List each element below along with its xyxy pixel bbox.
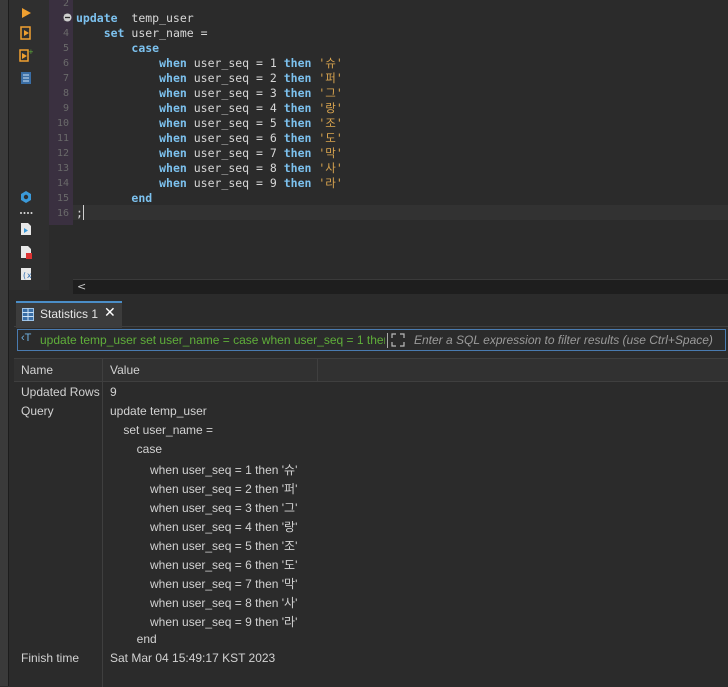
scroll-left-arrow-icon[interactable]: < bbox=[77, 280, 86, 294]
filter-separator bbox=[387, 333, 388, 348]
row-value-updated-rows: 9 bbox=[110, 385, 117, 399]
line-number: 9 bbox=[62, 103, 69, 114]
line-number: 12 bbox=[56, 148, 69, 159]
query-line: when user_seq = 5 then '조' bbox=[110, 539, 298, 553]
execute-script-icon[interactable] bbox=[19, 26, 33, 40]
editor-horizontal-scrollbar[interactable]: < bbox=[73, 279, 728, 294]
query-line: case bbox=[110, 442, 163, 456]
editor-toolbar: + (x) bbox=[9, 0, 49, 290]
line-number: 7 bbox=[62, 73, 69, 84]
query-line: end bbox=[110, 632, 157, 646]
dots-icon bbox=[19, 206, 33, 220]
execute-new-tab-icon[interactable]: + bbox=[19, 48, 33, 62]
code-line[interactable]: ; bbox=[76, 206, 83, 221]
line-number: 15 bbox=[56, 193, 69, 204]
row-name-query: Query bbox=[21, 404, 54, 418]
code-line[interactable]: when user_seq = 9 then '라' bbox=[76, 176, 343, 191]
line-number: 16 bbox=[56, 208, 69, 219]
row-value-finish-time: Sat Mar 04 15:49:17 KST 2023 bbox=[110, 651, 276, 665]
code-line[interactable]: when user_seq = 1 then '슈' bbox=[76, 56, 343, 71]
results-tab-bar: Statistics 1 ✕ bbox=[14, 299, 728, 328]
code-line[interactable]: update temp_user bbox=[76, 11, 194, 26]
delete-icon[interactable] bbox=[19, 245, 33, 259]
query-line: when user_seq = 1 then '슈' bbox=[110, 463, 298, 477]
expand-icon[interactable] bbox=[391, 333, 405, 347]
code-line[interactable]: when user_seq = 4 then '랑' bbox=[76, 101, 343, 116]
explain-plan-icon[interactable] bbox=[19, 71, 33, 85]
row-name-finish-time: Finish time bbox=[21, 651, 80, 665]
query-line: when user_seq = 7 then '막' bbox=[110, 577, 298, 591]
line-number: 11 bbox=[56, 133, 69, 144]
code-line[interactable]: when user_seq = 5 then '조' bbox=[76, 116, 343, 131]
export-icon[interactable] bbox=[19, 222, 33, 236]
code-line[interactable]: set user_name = bbox=[76, 26, 208, 41]
code-line[interactable]: when user_seq = 8 then '사' bbox=[76, 161, 343, 176]
svg-text:+: + bbox=[28, 48, 33, 56]
left-panel-edge bbox=[0, 0, 8, 686]
code-line[interactable]: case bbox=[76, 41, 159, 56]
code-line[interactable]: when user_seq = 3 then '그' bbox=[76, 86, 343, 101]
current-line-highlight bbox=[73, 205, 728, 220]
column-divider bbox=[102, 359, 103, 687]
text-caret bbox=[83, 205, 84, 220]
line-number: 13 bbox=[56, 163, 69, 174]
table-icon bbox=[22, 308, 34, 321]
svg-text:(x): (x) bbox=[22, 271, 33, 280]
close-icon[interactable]: ✕ bbox=[104, 305, 116, 321]
filter-input[interactable]: update temp_user set user_name = case wh… bbox=[40, 333, 385, 347]
filter-text-icon[interactable]: ‹T bbox=[21, 332, 31, 344]
fold-icon[interactable] bbox=[63, 13, 72, 22]
line-number: 14 bbox=[56, 178, 69, 189]
query-line: when user_seq = 6 then '도' bbox=[110, 558, 298, 572]
line-number-gutter: 2 3 4 5 6 7 8 9 10 11 12 13 14 15 16 bbox=[49, 0, 73, 225]
query-line: when user_seq = 9 then '라' bbox=[110, 615, 298, 629]
code-line[interactable]: end bbox=[76, 191, 152, 206]
line-number: 10 bbox=[56, 118, 69, 129]
query-line: when user_seq = 8 then '사' bbox=[110, 596, 298, 610]
statistics-grid: Name Value Updated Rows 9 Query update t… bbox=[14, 358, 728, 687]
tab-label: Statistics 1 bbox=[40, 307, 99, 321]
code-line[interactable]: when user_seq = 2 then '퍼' bbox=[76, 71, 343, 86]
code-line[interactable]: when user_seq = 7 then '막' bbox=[76, 146, 343, 161]
code-line[interactable]: when user_seq = 6 then '도' bbox=[76, 131, 343, 146]
row-name-updated-rows: Updated Rows bbox=[21, 385, 100, 399]
line-number: 2 bbox=[62, 0, 69, 9]
line-number: 8 bbox=[62, 88, 69, 99]
line-number: 6 bbox=[62, 58, 69, 69]
query-line: update temp_user bbox=[110, 404, 207, 418]
variables-icon[interactable]: (x) bbox=[19, 267, 33, 281]
column-header-name[interactable]: Name bbox=[21, 363, 53, 377]
query-line: when user_seq = 3 then '그' bbox=[110, 501, 298, 515]
line-number: 5 bbox=[62, 43, 69, 54]
grid-header: Name Value bbox=[14, 359, 728, 382]
filter-bar: ‹T update temp_user set user_name = case… bbox=[17, 329, 726, 351]
filter-expression-input[interactable]: Enter a SQL expression to filter results… bbox=[414, 333, 713, 347]
settings-icon[interactable] bbox=[19, 190, 33, 204]
tab-statistics[interactable]: Statistics 1 ✕ bbox=[16, 301, 122, 328]
query-line: set user_name = bbox=[110, 423, 214, 437]
query-line: when user_seq = 2 then '퍼' bbox=[110, 482, 298, 496]
sql-editor[interactable]: 2 3 4 5 6 7 8 9 10 11 12 13 14 15 16 upd… bbox=[49, 0, 728, 278]
column-header-value[interactable]: Value bbox=[110, 363, 140, 377]
column-divider bbox=[317, 359, 318, 381]
line-number: 4 bbox=[62, 28, 69, 39]
run-icon[interactable] bbox=[19, 6, 33, 20]
query-line: when user_seq = 4 then '랑' bbox=[110, 520, 298, 534]
